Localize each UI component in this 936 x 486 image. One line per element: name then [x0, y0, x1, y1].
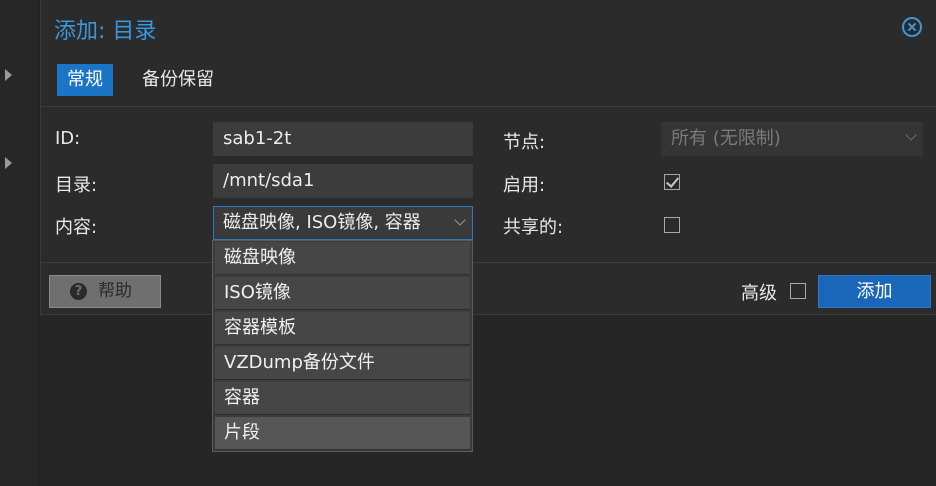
advanced-label: 高级 — [741, 283, 777, 304]
dropdown-option-vzdump-backup[interactable]: VZDump备份文件 — [215, 347, 470, 380]
close-icon[interactable] — [902, 17, 922, 37]
enable-checkbox[interactable] — [664, 174, 680, 190]
content-dropdown-list: 磁盘映像 ISO镜像 容器模板 VZDump备份文件 容器 片段 — [212, 240, 473, 452]
checkmark-icon — [665, 174, 680, 188]
help-button-label: 帮助 — [98, 281, 132, 301]
tab-general[interactable]: 常规 — [57, 64, 113, 96]
dropdown-option-iso-image[interactable]: ISO镜像 — [215, 277, 470, 310]
node-select[interactable]: 所有 (无限制) — [661, 122, 923, 156]
add-directory-dialog: 添加: 目录 常规 备份保留 ID: sab1-2t 目录: /mnt/sda1… — [40, 0, 936, 315]
tab-bar: 常规 备份保留 — [41, 56, 936, 107]
enable-label: 启用: — [503, 175, 546, 196]
shared-checkbox[interactable] — [664, 217, 680, 233]
dropdown-option-snippets[interactable]: 片段 — [215, 417, 470, 450]
id-input[interactable]: sab1-2t — [213, 122, 473, 156]
dropdown-option-disk-image[interactable]: 磁盘映像 — [215, 242, 470, 275]
chevron-down-icon[interactable] — [905, 129, 917, 141]
question-circle-icon: ? — [70, 283, 87, 300]
left-navigation-panel — [0, 0, 39, 486]
tab-backup-retention[interactable]: 备份保留 — [132, 64, 224, 96]
help-button[interactable]: ? 帮助 — [49, 275, 161, 308]
expand-arrow-icon[interactable] — [5, 157, 12, 169]
dropdown-option-container-template[interactable]: 容器模板 — [215, 312, 470, 345]
dropdown-option-container[interactable]: 容器 — [215, 382, 470, 415]
add-button[interactable]: 添加 — [818, 275, 931, 308]
advanced-checkbox[interactable] — [790, 283, 806, 299]
content-label: 内容: — [55, 217, 98, 238]
node-select-value: 所有 (无限制) — [671, 128, 781, 149]
node-label: 节点: — [503, 132, 546, 153]
dialog-title: 添加: 目录 — [54, 19, 157, 44]
directory-label: 目录: — [55, 175, 98, 196]
directory-input[interactable]: /mnt/sda1 — [213, 164, 473, 198]
footer-divider — [41, 262, 936, 263]
content-select[interactable]: 磁盘映像, ISO镜像, 容器 — [213, 206, 473, 240]
id-label: ID: — [55, 128, 81, 149]
shared-label: 共享的: — [503, 217, 564, 238]
expand-arrow-icon[interactable] — [5, 69, 12, 81]
chevron-down-icon[interactable] — [454, 214, 466, 226]
content-select-value: 磁盘映像, ISO镜像, 容器 — [223, 212, 421, 233]
dialog-titlebar: 添加: 目录 — [41, 0, 936, 56]
